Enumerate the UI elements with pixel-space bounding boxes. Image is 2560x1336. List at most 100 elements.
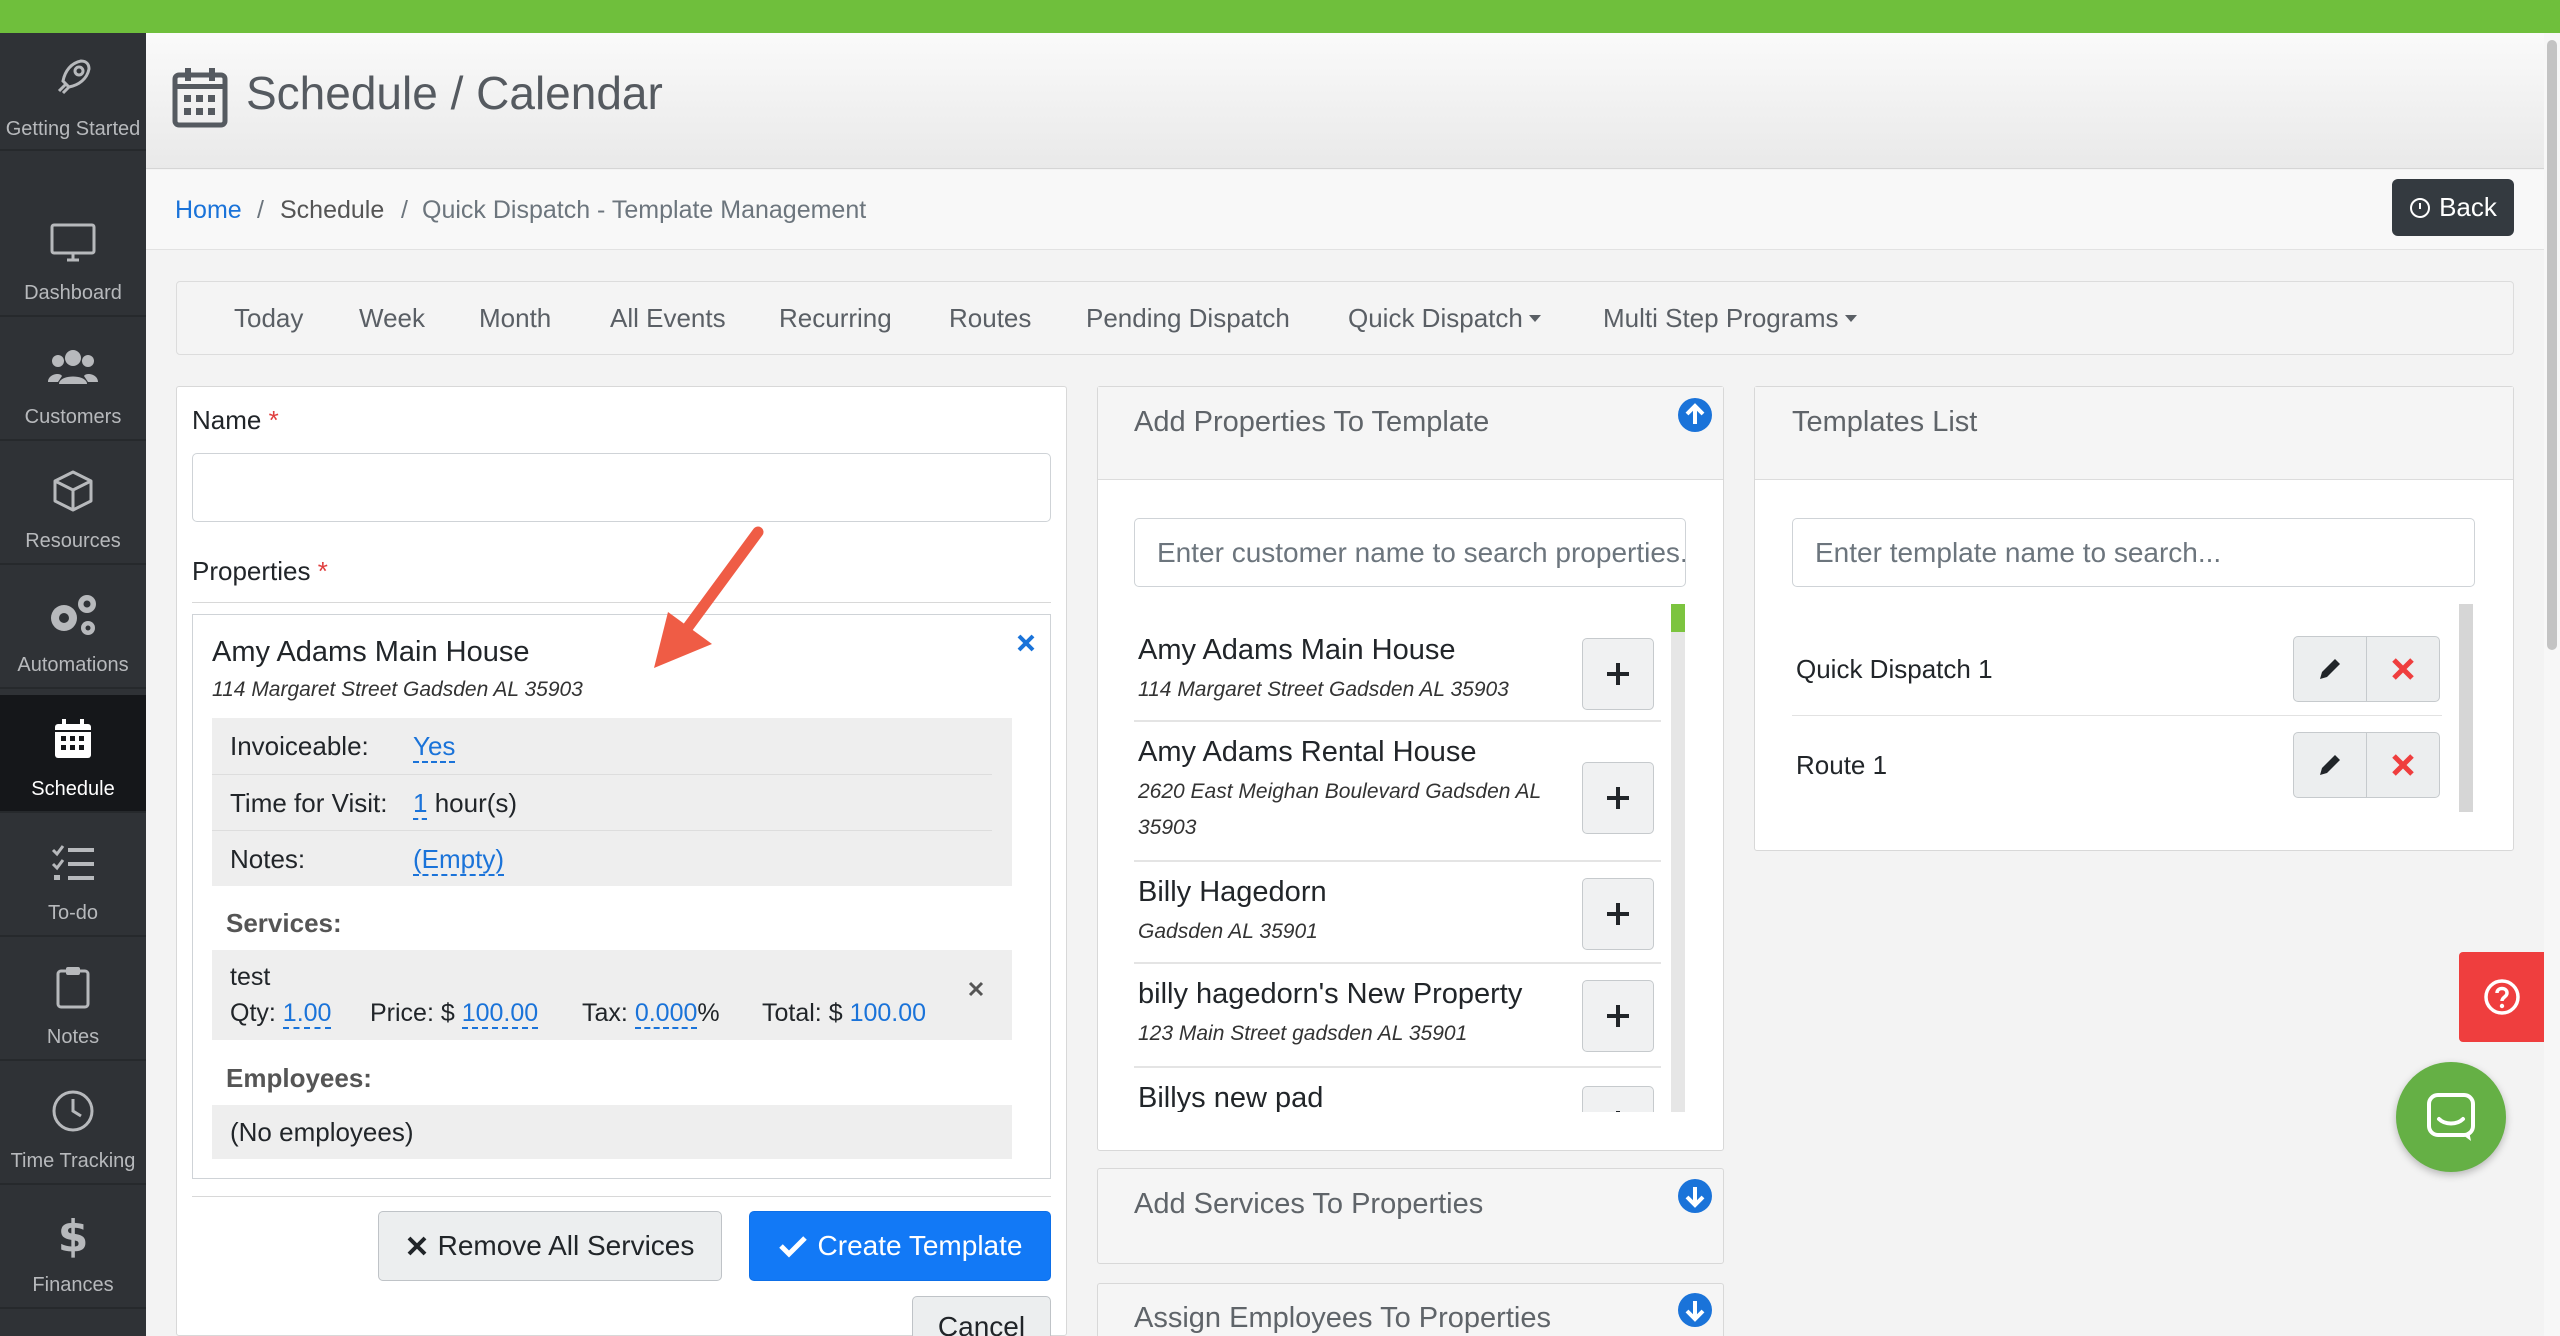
- cancel-label: Cancel: [937, 1311, 1026, 1336]
- remove-service-icon[interactable]: [967, 980, 985, 1003]
- tab-today[interactable]: Today: [234, 303, 303, 334]
- tab-week[interactable]: Week: [359, 303, 425, 334]
- notes-value[interactable]: (Empty): [413, 844, 504, 876]
- help-button[interactable]: [2459, 952, 2544, 1042]
- sidebar-item-label: Finances: [32, 1274, 114, 1296]
- chevron-down-icon: [1528, 315, 1541, 322]
- expand-down-icon[interactable]: [1677, 1178, 1713, 1214]
- sidebar-item-getting-started[interactable]: Getting Started: [0, 33, 146, 151]
- price-label: Price: $: [370, 999, 455, 1027]
- sidebar-item-todo[interactable]: To-do: [0, 819, 146, 937]
- add-property-button[interactable]: [1582, 638, 1654, 710]
- template-name: Route 1: [1796, 750, 1888, 780]
- tab-pending-dispatch[interactable]: Pending Dispatch: [1086, 303, 1290, 334]
- edit-template-button[interactable]: [2293, 732, 2367, 798]
- name-input[interactable]: [192, 453, 1051, 522]
- time-for-visit-number[interactable]: 1: [413, 788, 428, 820]
- chat-button[interactable]: [2396, 1062, 2506, 1172]
- price-value[interactable]: 100.00: [461, 999, 539, 1029]
- qty-value[interactable]: 1.00: [282, 999, 332, 1029]
- breadcrumb-home-link[interactable]: Home: [175, 196, 242, 225]
- add-property-button[interactable]: [1582, 1086, 1654, 1112]
- tax-value[interactable]: 0.000: [634, 999, 698, 1029]
- remove-all-services-button[interactable]: Remove All Services: [378, 1211, 722, 1281]
- services-label: Services:: [226, 908, 342, 938]
- time-for-visit-value[interactable]: 1 hour(s): [413, 788, 517, 820]
- remove-all-services-label: Remove All Services: [437, 1230, 695, 1261]
- notes-value-text[interactable]: (Empty): [413, 844, 504, 876]
- property-name: Amy Adams Main House: [1138, 634, 1456, 666]
- back-button[interactable]: Back: [2392, 179, 2514, 236]
- tab-multi-step-programs[interactable]: Multi Step Programs: [1603, 303, 1857, 334]
- delete-x-icon: [2392, 754, 2414, 776]
- sidebar-item-customers[interactable]: Customers: [0, 323, 146, 441]
- expand-down-icon[interactable]: [1677, 1292, 1713, 1328]
- breadcrumb-schedule[interactable]: Schedule: [280, 196, 384, 225]
- template-row: Route 1: [1792, 716, 2442, 812]
- delete-x-icon: [2392, 658, 2414, 680]
- pencil-icon: [2320, 755, 2340, 775]
- selected-property-name: Amy Adams Main House: [212, 636, 530, 668]
- sidebar-item-notes[interactable]: Notes: [0, 943, 146, 1061]
- dollar-icon: $: [0, 1211, 146, 1259]
- delete-template-button[interactable]: [2366, 732, 2440, 798]
- service-qty: Qty: 1.00: [230, 999, 332, 1029]
- page-scrollbar-thumb[interactable]: [2547, 40, 2557, 650]
- info-circle-icon: [2410, 197, 2431, 218]
- tab-month[interactable]: Month: [479, 303, 551, 334]
- sidebar-item-automations[interactable]: Automations: [0, 571, 146, 689]
- divider: [212, 774, 992, 775]
- delete-template-button[interactable]: [2366, 636, 2440, 702]
- plus-icon: [1607, 787, 1629, 809]
- collapse-up-icon[interactable]: [1677, 397, 1713, 433]
- sidebar-item-finances[interactable]: $ Finances: [0, 1191, 146, 1309]
- total-label: Total: $: [762, 999, 843, 1027]
- tab-quick-dispatch-label: Quick Dispatch: [1348, 303, 1523, 333]
- invoiceable-value[interactable]: Yes: [413, 731, 456, 763]
- edit-template-button[interactable]: [2293, 636, 2367, 702]
- tab-all-events[interactable]: All Events: [610, 303, 726, 334]
- tab-quick-dispatch[interactable]: Quick Dispatch: [1348, 303, 1541, 334]
- gears-icon: [0, 591, 146, 639]
- divider: [212, 830, 992, 831]
- add-property-button[interactable]: [1582, 762, 1654, 834]
- employees-value: (No employees): [230, 1117, 414, 1147]
- clipboard-icon: [0, 963, 146, 1011]
- add-properties-title: Add Properties To Template: [1134, 406, 1490, 438]
- list-item: Billy Hagedorn Gadsden AL 35901: [1134, 862, 1661, 964]
- assign-employees-title: Assign Employees To Properties: [1134, 1302, 1551, 1334]
- property-list-scrollbar-thumb[interactable]: [1671, 604, 1685, 632]
- selected-property-address: 114 Margaret Street Gadsden AL 35903: [212, 678, 583, 701]
- clock-icon: [0, 1087, 146, 1135]
- tab-multi-step-label: Multi Step Programs: [1603, 303, 1839, 333]
- tax-unit: %: [697, 999, 720, 1027]
- qty-label: Qty:: [230, 999, 276, 1027]
- tab-routes[interactable]: Routes: [949, 303, 1031, 334]
- create-template-button[interactable]: Create Template: [749, 1211, 1051, 1281]
- calendar-icon: [0, 715, 146, 763]
- cancel-button[interactable]: Cancel: [912, 1296, 1051, 1336]
- sidebar-item-resources[interactable]: Resources: [0, 447, 146, 565]
- property-address: 2620 East Meighan Boulevard Gadsden AL: [1138, 780, 1542, 803]
- checklist-icon: [0, 839, 146, 887]
- sidebar-item-time-tracking[interactable]: Time Tracking: [0, 1067, 146, 1185]
- back-button-label: Back: [2439, 192, 2497, 222]
- remove-property-icon[interactable]: [1015, 632, 1037, 659]
- chevron-down-icon: [1844, 315, 1857, 322]
- tab-recurring[interactable]: Recurring: [779, 303, 892, 334]
- sidebar-item-dashboard[interactable]: Dashboard: [0, 199, 146, 317]
- users-icon: [0, 343, 146, 391]
- templates-scrollbar[interactable]: [2459, 604, 2473, 812]
- customer-search-input[interactable]: Enter customer name to search properties…: [1134, 518, 1686, 587]
- template-search-input[interactable]: Enter template name to search...: [1792, 518, 2475, 587]
- red-arrow-annotation: [640, 520, 780, 685]
- add-property-button[interactable]: [1582, 980, 1654, 1052]
- required-mark: *: [317, 556, 328, 586]
- invoiceable-value-text[interactable]: Yes: [413, 731, 456, 763]
- property-list-scrollbar[interactable]: [1671, 604, 1685, 1112]
- times-icon: [407, 1236, 427, 1256]
- properties-label: Properties *: [192, 556, 328, 587]
- sidebar-item-schedule[interactable]: Schedule: [0, 695, 146, 813]
- sidebar-item-label: Automations: [17, 654, 129, 676]
- add-property-button[interactable]: [1582, 878, 1654, 950]
